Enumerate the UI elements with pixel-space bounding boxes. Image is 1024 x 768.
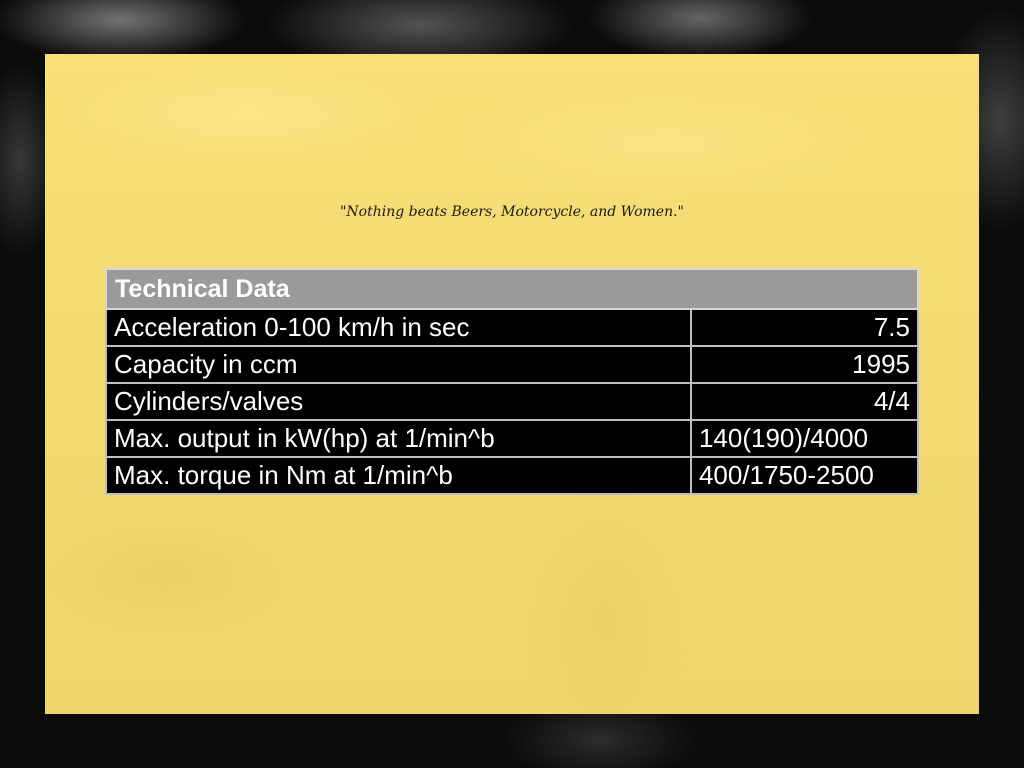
table-row: Max. output in kW(hp) at 1/min^b 140(190… (105, 419, 920, 458)
technical-data-table: Technical Data Acceleration 0-100 km/h i… (105, 268, 920, 495)
table-row: Cylinders/valves 4/4 (105, 382, 920, 421)
row-label: Acceleration 0-100 km/h in sec (105, 308, 692, 347)
content-panel: "Nothing beats Beers, Motorcycle, and Wo… (45, 54, 979, 714)
row-value: 1995 (689, 345, 920, 384)
table-title: Technical Data (105, 268, 919, 310)
row-value: 140(190)/4000 (689, 419, 920, 458)
table-header-row: Technical Data (105, 268, 919, 310)
row-label: Max. torque in Nm at 1/min^b (105, 456, 692, 495)
row-value: 4/4 (689, 382, 920, 421)
row-label: Cylinders/valves (105, 382, 692, 421)
table-row: Capacity in ccm 1995 (105, 345, 920, 384)
row-label: Max. output in kW(hp) at 1/min^b (105, 419, 692, 458)
quote-text: "Nothing beats Beers, Motorcycle, and Wo… (339, 204, 685, 220)
row-value: 7.5 (689, 308, 920, 347)
table-row: Max. torque in Nm at 1/min^b 400/1750-25… (105, 456, 920, 495)
table-row: Acceleration 0-100 km/h in sec 7.5 (105, 308, 920, 347)
row-value: 400/1750-2500 (689, 456, 920, 495)
row-label: Capacity in ccm (105, 345, 692, 384)
